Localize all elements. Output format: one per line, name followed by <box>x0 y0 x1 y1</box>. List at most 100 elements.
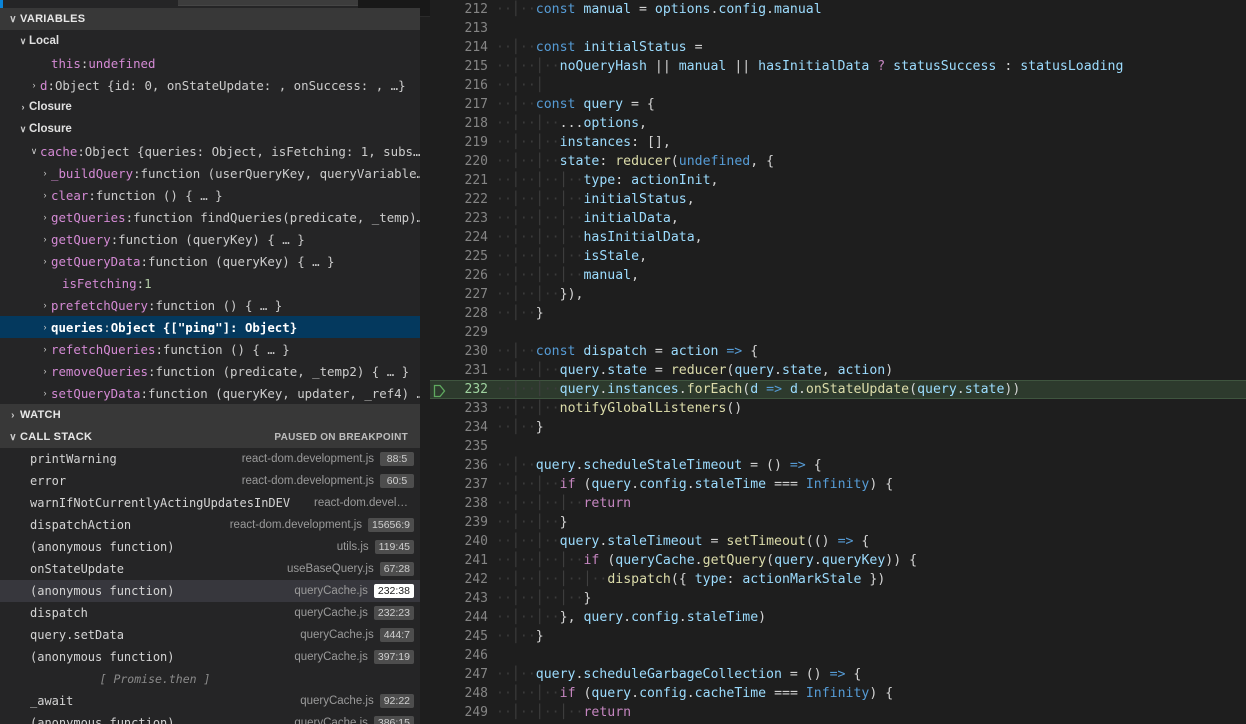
chevron-right-icon[interactable]: › <box>6 410 20 421</box>
watch-section-header[interactable]: › WATCH <box>0 404 420 426</box>
chevron-right-icon[interactable]: › <box>28 80 40 90</box>
chevron-down-icon[interactable]: ∨ <box>6 432 20 443</box>
code-line[interactable]: 228 ··│··} <box>430 304 1246 323</box>
chevron-down-icon[interactable]: ∨ <box>6 14 20 25</box>
variables-tree[interactable]: ∨Local·this: undefined›d: Object {id: 0,… <box>0 30 420 404</box>
line-number-gutter[interactable]: 228 <box>430 306 496 321</box>
chevron-right-icon[interactable]: › <box>17 102 29 112</box>
chevron-down-icon[interactable]: ∨ <box>17 124 29 135</box>
code-line[interactable]: 218 ··│··│··...options, <box>430 114 1246 133</box>
line-number-gutter[interactable]: 214 <box>430 40 496 55</box>
top-toolbar-fragment[interactable] <box>178 0 358 6</box>
code-line[interactable]: 216 ··│··│ <box>430 76 1246 95</box>
variable-row[interactable]: ∨ Closure <box>0 118 420 140</box>
variable-row[interactable]: › getQueryData: function (queryKey) { … } <box>0 250 420 272</box>
call-stack-frame[interactable]: warnIfNotCurrentlyActingUpdatesInDEV reac… <box>0 492 420 514</box>
line-number-gutter[interactable]: 232 <box>430 382 496 398</box>
line-number-gutter[interactable]: 243 <box>430 591 496 606</box>
code-line[interactable]: 214 ··│··const initialStatus = <box>430 38 1246 57</box>
code-line[interactable]: 230 ··│··const dispatch = action => { <box>430 342 1246 361</box>
line-number-gutter[interactable]: 246 <box>430 648 496 663</box>
line-number-gutter[interactable]: 222 <box>430 192 496 207</box>
chevron-right-icon[interactable]: › <box>39 212 51 222</box>
code-line[interactable]: 229 <box>430 323 1246 342</box>
variable-row[interactable]: › getQuery: function (queryKey) { … } <box>0 228 420 250</box>
chevron-right-icon[interactable]: › <box>39 366 51 376</box>
call-stack-frame[interactable]: onStateUpdate useBaseQuery.js 67:28 <box>0 558 420 580</box>
variable-row[interactable]: › removeQueries: function (predicate, _te… <box>0 360 420 382</box>
code-line[interactable]: 226 ··│··│··│··manual, <box>430 266 1246 285</box>
call-stack-frame[interactable]: _await queryCache.js 92:22 <box>0 690 420 712</box>
line-number-gutter[interactable]: 235 <box>430 439 496 454</box>
line-number-gutter[interactable]: 231 <box>430 363 496 378</box>
chevron-down-icon[interactable]: ∨ <box>17 36 29 47</box>
chevron-right-icon[interactable]: › <box>39 256 51 266</box>
line-number-gutter[interactable]: 242 <box>430 572 496 587</box>
variable-row[interactable]: › clear: function () { … } <box>0 184 420 206</box>
line-number-gutter[interactable]: 248 <box>430 686 496 701</box>
variable-row[interactable]: ∨ Local <box>0 30 420 52</box>
code-line[interactable]: 241 ··│··│··│··if (queryCache.getQuery(qu… <box>430 551 1246 570</box>
line-number-gutter[interactable]: 230 <box>430 344 496 359</box>
line-number-gutter[interactable]: 212 <box>430 2 496 17</box>
chevron-right-icon[interactable]: › <box>39 190 51 200</box>
call-stack-frame[interactable]: dispatchAction react-dom.development.js 15… <box>0 514 420 536</box>
line-number-gutter[interactable]: 224 <box>430 230 496 245</box>
line-number-gutter[interactable]: 238 <box>430 496 496 511</box>
line-number-gutter[interactable]: 236 <box>430 458 496 473</box>
code-line[interactable]: 231 ··│··│··query.state = reducer(query.s… <box>430 361 1246 380</box>
chevron-right-icon[interactable]: › <box>39 322 51 332</box>
line-number-gutter[interactable]: 239 <box>430 515 496 530</box>
code-line[interactable]: 215 ··│··│··noQueryHash || manual || hasI… <box>430 57 1246 76</box>
code-line[interactable]: 236 ··│··query.scheduleStaleTimeout = () … <box>430 456 1246 475</box>
chevron-right-icon[interactable]: › <box>39 234 51 244</box>
variable-row[interactable]: › getQueries: function findQueries(predic… <box>0 206 421 228</box>
line-number-gutter[interactable]: 226 <box>430 268 496 283</box>
line-number-gutter[interactable]: 219 <box>430 135 496 150</box>
line-number-gutter[interactable]: 229 <box>430 325 496 340</box>
variables-section-header[interactable]: ∨ VARIABLES <box>0 8 420 30</box>
call-stack-frame[interactable]: error react-dom.development.js 60:5 <box>0 470 420 492</box>
code-line[interactable]: 237 ··│··│··if (query.config.staleTime ==… <box>430 475 1246 494</box>
line-number-gutter[interactable]: 221 <box>430 173 496 188</box>
code-line[interactable]: 217 ··│··const query = { <box>430 95 1246 114</box>
chevron-right-icon[interactable]: › <box>39 344 51 354</box>
line-number-gutter[interactable]: 215 <box>430 59 496 74</box>
call-stack-frame[interactable]: dispatch queryCache.js 232:23 <box>0 602 420 624</box>
line-number-gutter[interactable]: 237 <box>430 477 496 492</box>
code-line[interactable]: 223 ··│··│··│··initialData, <box>430 209 1246 228</box>
code-line[interactable]: 246 <box>430 646 1246 665</box>
variable-row[interactable]: ·this: undefined <box>0 52 420 74</box>
chevron-right-icon[interactable]: › <box>39 388 51 398</box>
code-line[interactable]: 249 ··│··│··│··return <box>430 703 1246 722</box>
chevron-right-icon[interactable]: › <box>39 168 51 178</box>
code-line[interactable]: 221 ··│··│··│··type: actionInit, <box>430 171 1246 190</box>
code-line[interactable]: 245 ··│··} <box>430 627 1246 646</box>
line-number-gutter[interactable]: 244 <box>430 610 496 625</box>
code-line[interactable]: 239 ··│··│··} <box>430 513 1246 532</box>
line-number-gutter[interactable]: 225 <box>430 249 496 264</box>
call-stack-frame[interactable]: (anonymous function) queryCache.js 386:15 <box>0 712 420 724</box>
variable-row[interactable]: › refetchQueries: function () { … } <box>0 338 420 360</box>
chevron-down-icon[interactable]: ∨ <box>28 146 40 157</box>
code-line[interactable]: 248 ··│··│··if (query.config.cacheTime ==… <box>430 684 1246 703</box>
code-line[interactable]: 242 ··│··│··│··│··dispatch({ type: action… <box>430 570 1246 589</box>
code-line[interactable]: 225 ··│··│··│··isStale, <box>430 247 1246 266</box>
call-stack-frame[interactable]: (anonymous function) utils.js 119:45 <box>0 536 420 558</box>
call-stack-frame[interactable]: printWarning react-dom.development.js 88:5 <box>0 448 420 470</box>
variable-row[interactable]: › queries: Object {["ping"]: Object} <box>0 316 420 338</box>
code-editor[interactable]: 212 ··│··const manual = options.config.ma… <box>430 0 1246 724</box>
variable-row[interactable]: › d: Object {id: 0, onStateUpdate: , onSu… <box>0 74 420 96</box>
line-number-gutter[interactable]: 233 <box>430 401 496 416</box>
line-number-gutter[interactable]: 247 <box>430 667 496 682</box>
line-number-gutter[interactable]: 245 <box>430 629 496 644</box>
line-number-gutter[interactable]: 249 <box>430 705 496 720</box>
call-stack-frame[interactable]: (anonymous function) queryCache.js 397:19 <box>0 646 420 668</box>
variable-row[interactable]: › setQueryData: function (queryKey, updat… <box>0 382 421 404</box>
code-line[interactable]: 213 <box>430 19 1246 38</box>
line-number-gutter[interactable]: 216 <box>430 78 496 93</box>
call-stack-list[interactable]: printWarning react-dom.development.js 88:5… <box>0 448 420 724</box>
code-line[interactable]: 219 ··│··│··instances: [], <box>430 133 1246 152</box>
call-stack-section-header[interactable]: ∨ CALL STACK PAUSED ON BREAKPOINT <box>0 426 420 448</box>
code-line[interactable]: 243 ··│··│··│··} <box>430 589 1246 608</box>
